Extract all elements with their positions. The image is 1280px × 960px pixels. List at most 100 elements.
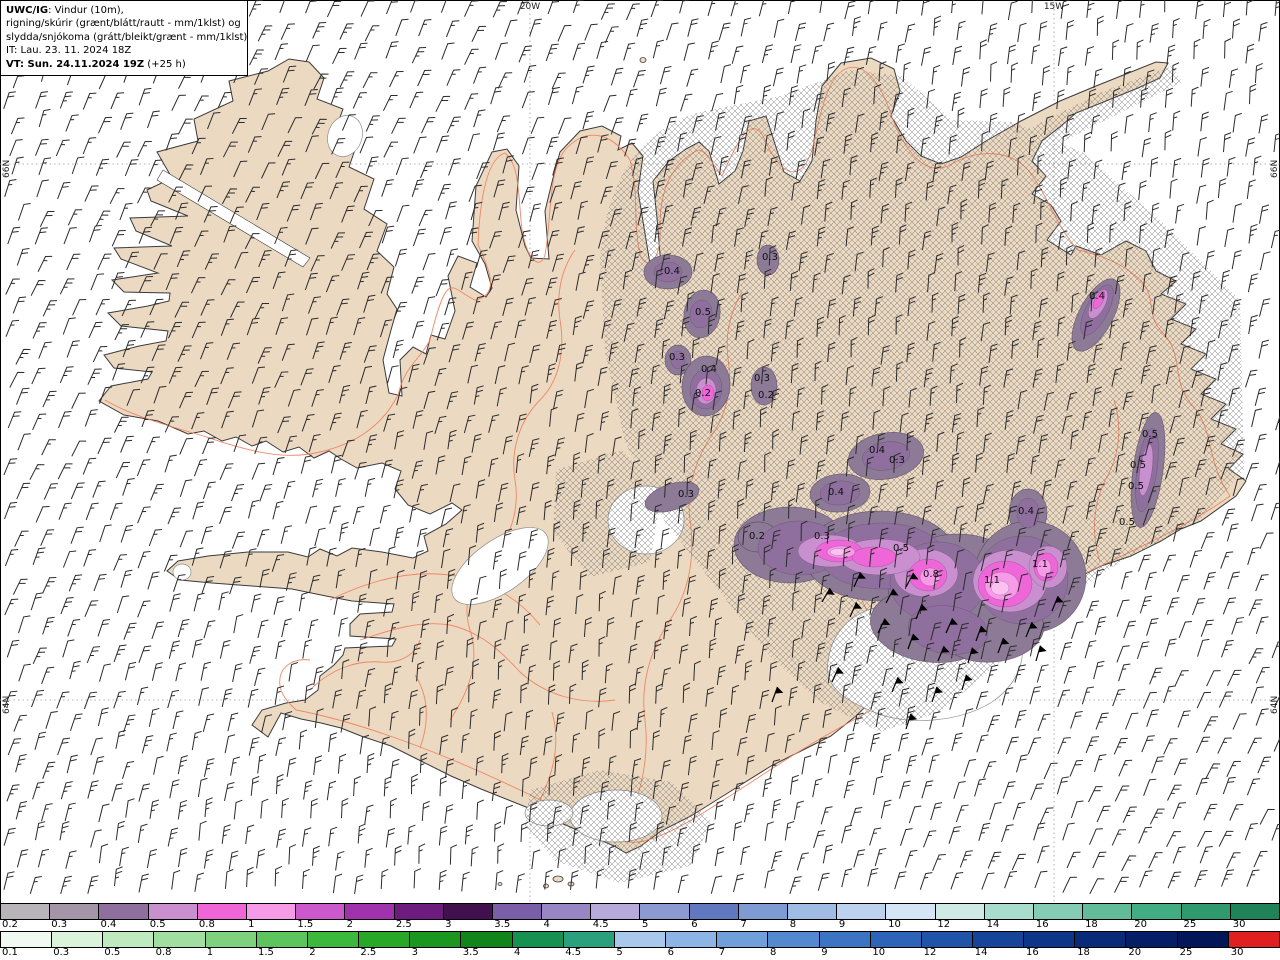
wind-barb	[5, 275, 21, 298]
wind-barb	[1199, 843, 1214, 866]
wind-barb	[610, 65, 624, 88]
wind-barb	[394, 246, 408, 269]
wind-barb	[69, 711, 84, 734]
wind-barb	[789, 774, 800, 796]
wind-barb	[418, 207, 433, 229]
wind-barb	[880, 752, 892, 775]
wind-barb	[1245, 136, 1256, 159]
wind-barb	[193, 591, 206, 614]
wind-barb	[16, 385, 30, 408]
wind-barb	[1086, 0, 1096, 19]
precip-blob	[851, 546, 897, 568]
wind-barb	[95, 296, 111, 319]
wind-barb	[9, 369, 25, 391]
precip-value-label: 0.5	[1119, 517, 1135, 528]
wind-barb	[357, 823, 367, 845]
wind-barb	[515, 872, 526, 895]
wind-barb	[57, 179, 71, 202]
wind-barb	[1196, 689, 1212, 712]
wind-barb	[1226, 521, 1239, 544]
snow-scale-cell	[1, 903, 51, 920]
wind-barb	[231, 481, 245, 504]
wind-barb	[1221, 637, 1235, 660]
wind-barb	[1164, 87, 1174, 109]
wind-barb	[302, 826, 312, 849]
wind-barb	[1172, 799, 1187, 822]
precip-value-label: 0.5	[695, 307, 711, 318]
wind-barb	[1142, 689, 1158, 712]
wind-barb	[40, 526, 55, 549]
rain-scale-cell	[52, 931, 104, 948]
wind-barb	[257, 22, 273, 45]
wind-barb	[97, 706, 110, 728]
wind-barb	[1092, 849, 1107, 871]
wind-barb	[254, 666, 266, 688]
wind-barb	[389, 68, 405, 91]
wind-barb	[504, 17, 518, 40]
rain-scale-cell	[870, 931, 922, 948]
wind-barb	[276, 827, 287, 850]
wind-barb	[1172, 17, 1181, 39]
snow-scale-cell	[591, 903, 641, 920]
wind-barb	[32, 319, 48, 342]
wind-barb	[841, 867, 853, 889]
longitude-label: 20W	[520, 2, 540, 12]
wind-barb	[200, 524, 214, 547]
wind-barb	[93, 571, 108, 594]
rain-scale-cell	[1228, 931, 1280, 948]
wind-barb	[169, 591, 182, 614]
wind-barb	[177, 617, 190, 640]
wind-barb	[446, 66, 461, 89]
wind-barb	[793, 799, 805, 822]
wind-barb	[17, 201, 32, 223]
wind-barb	[771, 849, 783, 871]
wind-barb	[522, 134, 536, 157]
wind-barb	[312, 845, 321, 867]
rain-scale-tick-label: 0.3	[53, 947, 70, 958]
wind-barb	[62, 637, 75, 660]
rain-scale-cell	[103, 931, 155, 948]
wind-barb	[1172, 110, 1181, 132]
rain-scale-tick-label: 0.5	[104, 947, 121, 958]
wind-barb	[90, 271, 105, 293]
wind-barb	[1247, 545, 1260, 568]
wind-barb	[250, 775, 260, 797]
wind-barb	[5, 317, 20, 340]
rain-scale-tick-label: 6	[667, 947, 674, 958]
wind-barb	[1114, 782, 1130, 805]
wind-barb	[733, 872, 745, 894]
rain-scale-tick-label: 12	[923, 947, 937, 958]
wind-barb	[42, 759, 56, 782]
wind-barb	[1177, 708, 1192, 731]
wind-barb	[1257, 754, 1272, 776]
wind-barb	[1222, 774, 1237, 797]
wind-barb	[364, 803, 374, 826]
wind-barb	[38, 107, 51, 130]
wind-barb	[39, 208, 55, 230]
wind-barb	[147, 569, 160, 592]
rain-scale-cell	[1, 931, 53, 948]
precip-hatch-area	[1002, 66, 1182, 162]
rain-scale-tick-label: 4	[514, 947, 521, 958]
wind-barb	[600, 0, 616, 23]
snow-scale-tick-label: 0.4	[100, 919, 117, 930]
wind-barb	[171, 92, 187, 114]
precip-value-label: 1.1	[984, 575, 1000, 586]
wind-barb	[990, 61, 998, 83]
wind-barb	[1034, 868, 1048, 891]
precip-value-label: 0.3	[889, 455, 905, 466]
wind-barb	[1229, 801, 1244, 824]
wind-barb	[951, 0, 960, 14]
rain-scale-cell	[972, 931, 1025, 948]
wind-barb	[326, 779, 337, 802]
wind-barb	[55, 137, 71, 159]
latitude-label: 64N	[2, 696, 12, 714]
wind-barb	[1258, 21, 1268, 43]
wind-barb	[12, 576, 29, 598]
valid-time: VT: Sun. 24.11.2024 19Z	[6, 58, 145, 70]
wind-barb	[421, 800, 431, 822]
wind-barb	[314, 526, 327, 549]
wind-barb	[58, 408, 72, 431]
wind-barb	[7, 408, 22, 431]
wind-barb	[383, 775, 392, 798]
